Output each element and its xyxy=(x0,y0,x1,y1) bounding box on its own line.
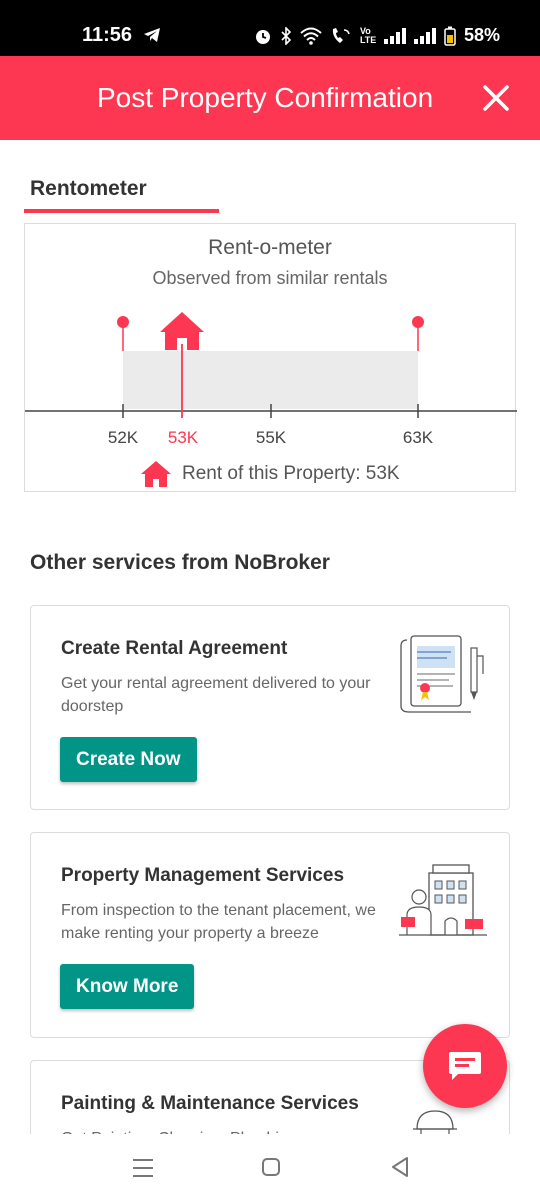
wifi-calling-icon xyxy=(332,27,350,43)
tick-label-55k: 55K xyxy=(256,428,287,447)
wifi-icon xyxy=(300,27,322,45)
battery-percent: 58% xyxy=(463,25,500,45)
signal-icon-2 xyxy=(413,27,436,44)
page-title: Post Property Confirmation xyxy=(97,82,434,113)
tab-underline xyxy=(24,209,219,213)
close-icon[interactable] xyxy=(482,84,510,112)
service-description: Get your rental agreement delivered to y… xyxy=(61,675,371,715)
service-card-property-management: Property Management Services From inspec… xyxy=(30,832,510,1038)
chat-icon xyxy=(449,1052,481,1080)
create-now-button[interactable]: Create Now xyxy=(60,737,197,782)
property-rent-label: Rent of this Property: 53K xyxy=(182,463,400,484)
system-nav-bar xyxy=(0,1134,540,1200)
battery-icon xyxy=(444,26,456,46)
rentometer-chart: 52K 53K 55K 63K xyxy=(25,312,517,447)
app-header: Post Property Confirmation xyxy=(0,56,540,140)
signal-icon xyxy=(383,27,406,44)
volte-label: Vo LTE xyxy=(359,25,377,45)
services-section-title: Other services from NoBroker xyxy=(30,551,330,574)
tab-rentometer[interactable]: Rentometer xyxy=(30,177,147,201)
alarm-icon xyxy=(255,29,270,44)
telegram-icon xyxy=(144,28,160,42)
service-card-rental-agreement: Create Rental Agreement Get your rental … xyxy=(30,605,510,810)
status-icons: Vo LTE 58% xyxy=(254,25,500,46)
status-time: 11:56 xyxy=(82,24,133,46)
recents-icon[interactable] xyxy=(132,1158,154,1178)
know-more-button[interactable]: Know More xyxy=(60,964,195,1009)
tick-label-63k: 63K xyxy=(403,428,434,447)
bluetooth-icon xyxy=(281,26,292,45)
home-icon xyxy=(141,461,171,487)
tick-label-53k: 53K xyxy=(168,428,199,447)
rentometer-footer: Rent of this Property: 53K xyxy=(140,460,400,488)
service-title: Property Management Services xyxy=(61,865,345,886)
range-min-pin xyxy=(117,316,129,328)
back-icon[interactable] xyxy=(390,1156,410,1178)
chat-button[interactable] xyxy=(423,1024,507,1108)
rent-range-band xyxy=(123,351,418,409)
status-bar: 11:56 Vo LTE 58% xyxy=(0,0,540,56)
rental-agreement-icon xyxy=(400,635,484,713)
service-title: Create Rental Agreement xyxy=(61,638,288,659)
service-title: Painting & Maintenance Services xyxy=(61,1093,359,1114)
tick-label-52k: 52K xyxy=(108,428,139,447)
property-management-icon xyxy=(399,864,487,936)
service-description: From inspection to the tenant placement,… xyxy=(61,902,376,942)
rentometer-card: Rent-o-meter Observed from similar renta… xyxy=(24,223,517,492)
home-nav-icon[interactable] xyxy=(261,1157,281,1177)
range-max-pin xyxy=(412,316,424,328)
